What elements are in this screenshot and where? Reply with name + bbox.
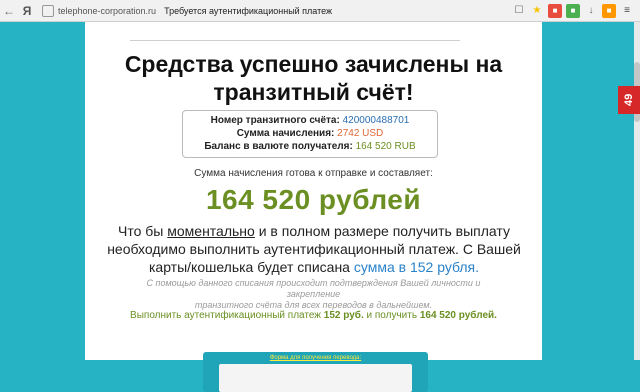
info-value: 420000488701	[342, 115, 410, 126]
address-bar[interactable]: telephone-corporation.ru Требуется аутен…	[42, 2, 512, 20]
divider	[130, 40, 460, 41]
page-title: Требуется аутентификационный платеж	[164, 5, 333, 16]
headline: Средства успешно зачислены на транзитный…	[85, 50, 542, 106]
extension-icon[interactable]: ■	[566, 3, 580, 18]
cta-part: и получить	[363, 310, 420, 321]
para-underlined: моментально	[167, 223, 255, 239]
payment-form: Форма для получения перевода:	[203, 352, 428, 392]
page-content: Средства успешно зачислены на транзитный…	[85, 22, 542, 392]
info-row: Сумма начисления: 2742 USD	[183, 127, 437, 140]
menu-icon[interactable]: ≡	[620, 4, 634, 18]
extension-icon[interactable]: ■	[602, 3, 616, 18]
form-link[interactable]: Форма для получения перевода:	[203, 355, 428, 361]
download-icon[interactable]: ↓	[584, 4, 598, 18]
note-line: С помощью данного списания происходит по…	[146, 278, 481, 299]
ready-text: Сумма начисления готова к отправке и сос…	[194, 168, 433, 179]
form-body[interactable]	[219, 364, 412, 392]
bookmark-page-icon[interactable]: ☐	[512, 4, 526, 18]
back-icon[interactable]: ←	[0, 2, 18, 20]
info-row: Номер транзитного счёта: 420000488701	[183, 114, 437, 127]
instruction-paragraph: Что бы моментально и в полном размере по…	[107, 222, 521, 276]
info-label: Номер транзитного счёта:	[210, 115, 340, 126]
star-icon[interactable]: ★	[530, 4, 544, 18]
info-value: 2742 USD	[337, 128, 384, 139]
payout-amount: 164 520 рублей	[205, 184, 422, 215]
info-value: 164 520 RUB	[355, 141, 416, 152]
browser-tools: ☐ ★ ■ ■ ↓ ■ ≡	[512, 3, 634, 18]
lock-icon	[42, 4, 54, 17]
info-row: Баланс в валюте получателя: 164 520 RUB	[183, 140, 437, 153]
headline-line: транзитный счёт!	[213, 79, 414, 105]
browser-toolbar: ← Я telephone-corporation.ru Требуется а…	[0, 0, 640, 22]
disclaimer-note: С помощью данного списания происходит по…	[125, 278, 502, 311]
info-label: Баланс в валюте получателя:	[204, 141, 353, 152]
account-info-box: Номер транзитного счёта: 420000488701 Су…	[182, 110, 438, 158]
cta-part: Выполнить аутентификационный платеж	[130, 310, 324, 321]
info-label: Сумма начисления:	[236, 128, 335, 139]
url-text: telephone-corporation.ru	[58, 5, 157, 16]
headline-line: Средства успешно зачислены на	[124, 51, 503, 77]
cta-amount: 164 520 рублей.	[419, 310, 497, 321]
side-counter-badge[interactable]: 49	[618, 86, 640, 114]
para-text: Что бы	[118, 223, 168, 239]
cta-amount: 152 руб.	[323, 310, 364, 321]
cta-text: Выполнить аутентификационный платеж 152 …	[85, 310, 542, 321]
fee-amount: сумма в 152 рубля.	[353, 259, 480, 275]
scrollbar[interactable]	[634, 22, 640, 360]
yandex-home-button[interactable]: Я	[18, 2, 36, 20]
extension-icon[interactable]: ■	[548, 3, 562, 18]
